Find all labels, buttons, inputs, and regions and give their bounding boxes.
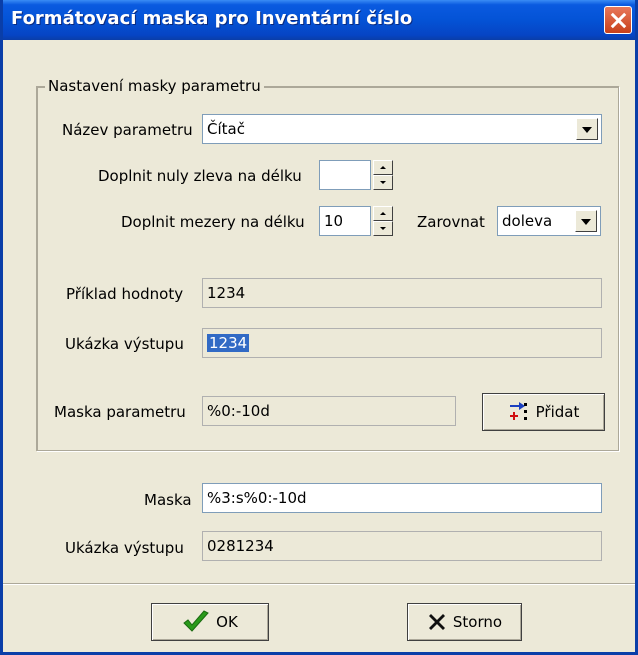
pad-spaces-label: Doplnit mezery na délku: [121, 213, 305, 231]
chevron-down-icon[interactable]: [575, 210, 597, 232]
final-output-field: 0281234: [202, 531, 602, 561]
mask-input[interactable]: %3:s%0:-10d: [202, 483, 602, 513]
pad-zeros-spinner[interactable]: [373, 160, 393, 190]
param-mask-field: %0:-10d: [202, 396, 456, 426]
param-mask-label: Maska parametru: [54, 403, 186, 421]
spin-down-icon[interactable]: [373, 175, 393, 190]
add-icon: [508, 401, 530, 423]
cancel-button-label: Storno: [452, 613, 503, 631]
checkmark-icon: [183, 610, 209, 632]
pad-zeros-label: Doplnit nuly zleva na délku: [98, 167, 302, 185]
spin-up-icon[interactable]: [373, 206, 393, 221]
pad-spaces-spinner[interactable]: [373, 206, 393, 236]
output-preview-field: 1234: [202, 328, 602, 358]
ok-button-label: OK: [216, 613, 238, 631]
param-name-combo[interactable]: Čítač: [202, 114, 602, 144]
align-value: doleva: [502, 212, 553, 230]
separator: [3, 583, 635, 585]
dialog-window: Formátovací maska pro Inventární číslo N…: [0, 0, 638, 655]
group-legend: Nastavení masky parametru: [45, 77, 264, 95]
chevron-down-icon[interactable]: [576, 118, 598, 140]
example-value-label: Příklad hodnoty: [66, 285, 184, 303]
final-output-label: Ukázka výstupu: [65, 539, 184, 557]
final-output-text: 0281234: [207, 537, 274, 555]
close-icon[interactable]: [604, 6, 632, 34]
close-x-icon: [428, 614, 445, 630]
spin-down-icon[interactable]: [373, 221, 393, 236]
output-preview-text: 1234: [207, 334, 250, 352]
pad-spaces-input[interactable]: 10: [319, 206, 371, 236]
output-preview-label: Ukázka výstupu: [65, 335, 184, 353]
add-button-label: Přidat: [535, 403, 580, 421]
add-button[interactable]: Přidat: [482, 393, 605, 431]
param-mask-text: %0:-10d: [207, 402, 270, 420]
pad-spaces-value: 10: [324, 212, 344, 230]
mask-value: %3:s%0:-10d: [207, 489, 307, 507]
example-value-field: 1234: [202, 278, 602, 308]
title-bar[interactable]: Formátovací maska pro Inventární číslo: [3, 0, 635, 40]
param-name-label: Název parametru: [62, 121, 193, 139]
cancel-button[interactable]: Storno: [407, 603, 522, 641]
pad-zeros-input[interactable]: [319, 160, 371, 190]
spin-up-icon[interactable]: [373, 160, 393, 175]
align-label: Zarovnat: [417, 213, 485, 231]
ok-button[interactable]: OK: [151, 603, 269, 641]
example-value-text: 1234: [207, 284, 246, 302]
window-title: Formátovací maska pro Inventární číslo: [11, 8, 413, 29]
mask-label: Maska: [144, 491, 192, 509]
param-name-value: Čítač: [207, 120, 245, 138]
